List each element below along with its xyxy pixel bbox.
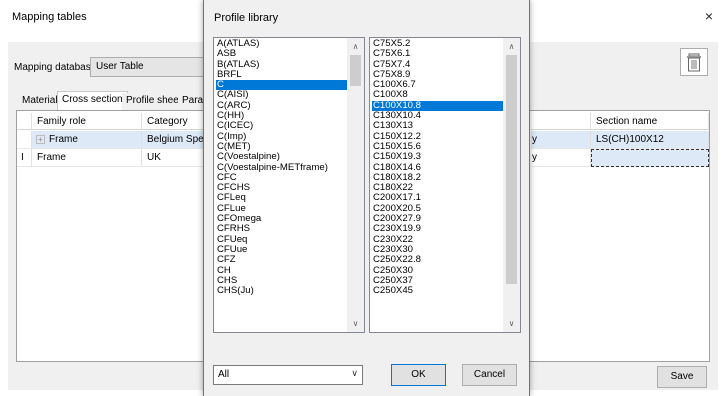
filter-select[interactable]: All ∨ (213, 365, 363, 385)
family-list-scrollbar[interactable]: ∧ ∨ (347, 38, 364, 332)
chevron-down-icon[interactable]: ∨ (351, 368, 358, 379)
table-row-family-role[interactable]: + Frame (32, 131, 142, 149)
family-list-item[interactable]: CHS(Ju) (216, 285, 347, 296)
scroll-thumb[interactable] (506, 55, 517, 284)
tab-profile-sheet[interactable]: Profile sheet (122, 93, 186, 110)
section-name-edit-cell[interactable] (591, 149, 709, 167)
row-header-corner (17, 113, 32, 130)
ok-button[interactable]: OK (391, 364, 446, 386)
table-row-partial[interactable]: y (531, 149, 591, 167)
section-list-item[interactable]: C250X45 (372, 285, 503, 296)
window-title: Mapping tables (12, 11, 87, 23)
trash-icon[interactable] (680, 48, 708, 76)
table-row-section-name[interactable]: LS(CH)100X12 (591, 131, 709, 149)
scroll-down-icon[interactable]: ∨ (503, 315, 520, 332)
section-list-scrollbar[interactable]: ∧ ∨ (503, 38, 520, 332)
table-row-family-role[interactable]: Frame (32, 149, 142, 167)
profile-family-list[interactable]: A(ATLAS) ASB B(ATLAS) BRFL C C(AISI) C(ARC) C(H… (213, 37, 365, 333)
scroll-down-icon[interactable]: ∨ (347, 315, 364, 332)
dialog-title: Profile library (214, 12, 279, 24)
column-header-hidden (531, 113, 591, 130)
family-list-item[interactable]: CFZ (216, 254, 347, 265)
plus-box-icon[interactable]: + (36, 135, 45, 144)
mapping-database-select[interactable]: User Table (90, 57, 210, 77)
scroll-thumb[interactable] (350, 55, 361, 86)
save-button[interactable]: Save (657, 366, 707, 388)
family-list-item[interactable]: BRFL (216, 69, 347, 80)
scroll-up-icon[interactable]: ∧ (503, 38, 520, 55)
tab-cross-section[interactable]: Cross section (57, 91, 128, 110)
profile-library-dialog: Profile library A(ATLAS) ASB B(ATLAS) BRFL C… (203, 0, 530, 396)
table-row-partial[interactable]: y (531, 131, 591, 149)
profile-section-list[interactable]: C75X5.2 C75X6.1 C75X7.4 C75X8.9 C100X6.7 C100… (369, 37, 521, 333)
cancel-button[interactable]: Cancel (462, 364, 517, 386)
filter-value: All (218, 369, 230, 380)
row-edit-marker[interactable]: I (17, 149, 32, 167)
close-icon[interactable]: × (700, 7, 718, 25)
column-header-family-role[interactable]: Family role (32, 113, 142, 130)
scroll-up-icon[interactable]: ∧ (347, 38, 364, 55)
tab-material[interactable]: Material (18, 93, 62, 110)
mapping-database-label: Mapping database (14, 62, 97, 73)
row-header[interactable] (17, 131, 32, 149)
column-header-section-name[interactable]: Section name (591, 113, 709, 130)
section-items: C75X5.2 C75X6.1 C75X7.4 C75X8.9 C100X6.7 C100… (370, 38, 520, 296)
section-list-item[interactable]: C250X22.8 (372, 254, 503, 265)
family-role-value: Frame (49, 134, 78, 145)
family-items: A(ATLAS) ASB B(ATLAS) BRFL C C(AISI) C(ARC) C(H… (214, 38, 364, 296)
